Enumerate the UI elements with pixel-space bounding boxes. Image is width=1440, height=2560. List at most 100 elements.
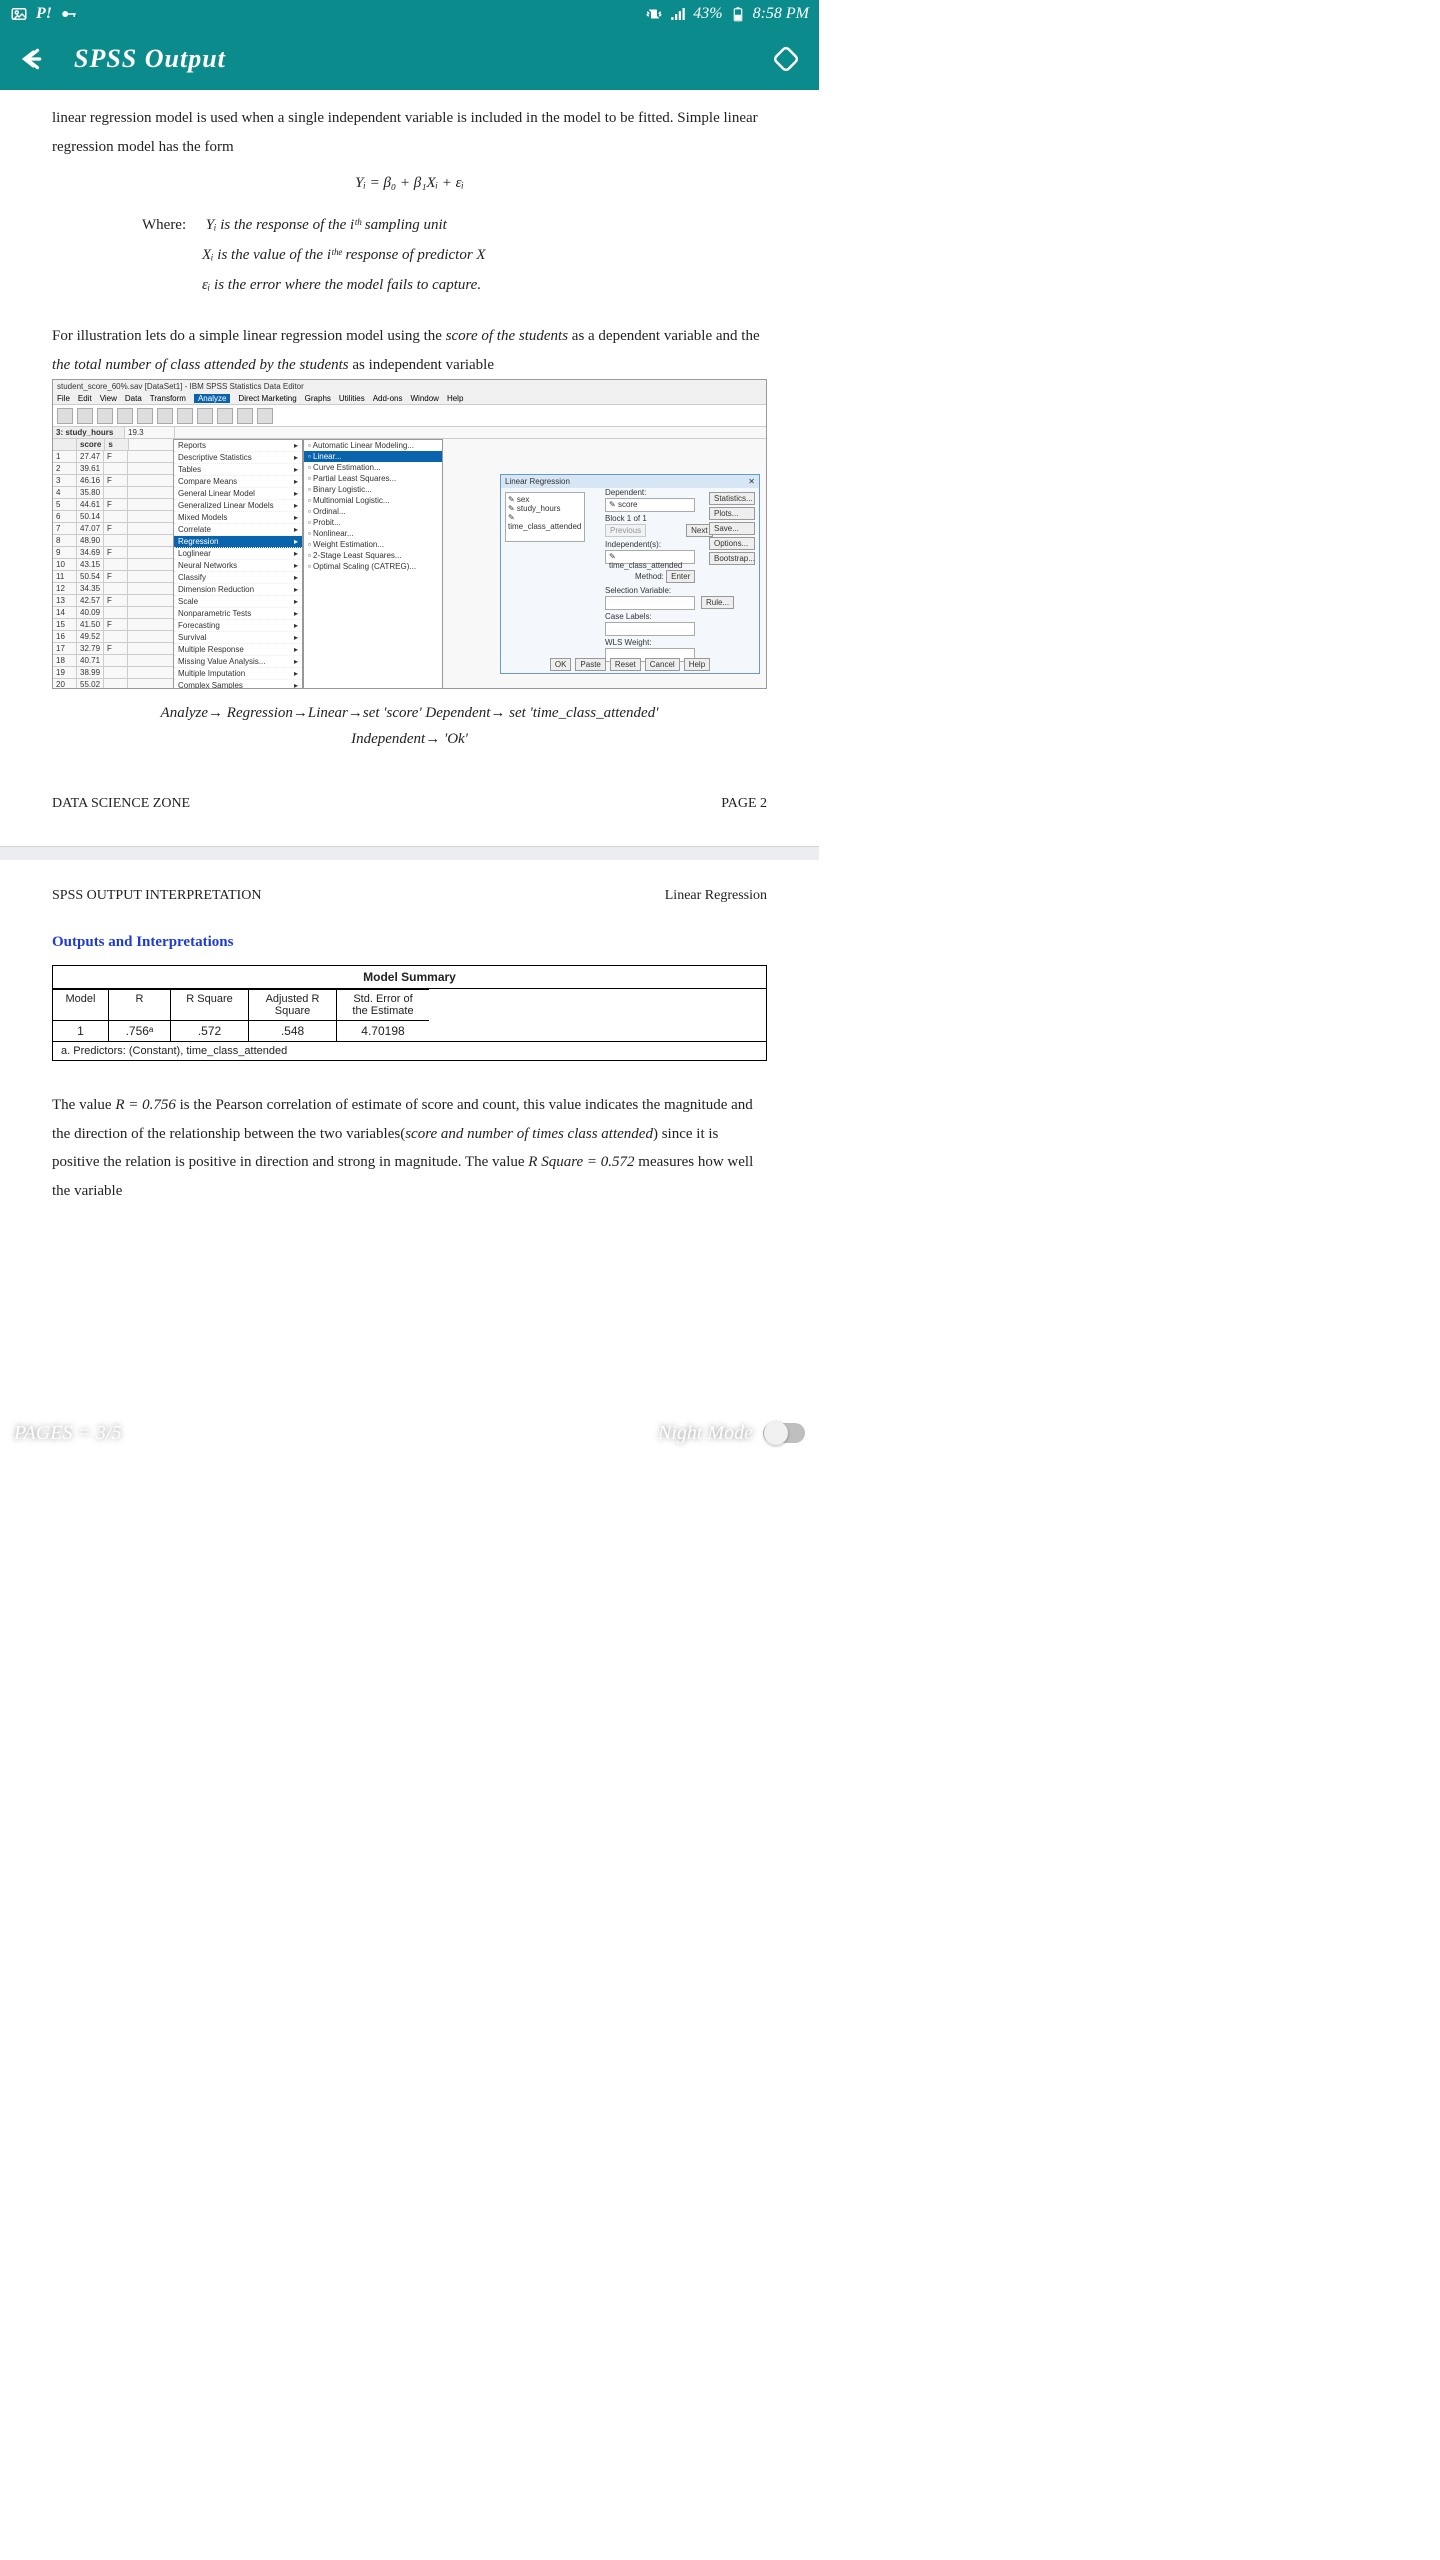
- figure-caption: Analyze→ Regression→Linear→set 'score' D…: [52, 701, 767, 752]
- spss-menu-item: Edit: [78, 394, 92, 403]
- spss-menu-item: Transform: [150, 394, 186, 403]
- label-method: Method: Enter: [635, 570, 695, 583]
- label-dependent: Dependent:: [605, 488, 646, 497]
- menu-item: Mixed Models▸: [174, 512, 302, 524]
- spss-menu-item: Direct Marketing: [238, 394, 296, 403]
- dialog-bottom-button[interactable]: Paste: [575, 658, 605, 671]
- spss-menu-item: Add-ons: [373, 394, 403, 403]
- where-block: Where: Yᵢ is the response of the iᵗʰ sam…: [142, 210, 767, 300]
- spss-screenshot: student_score_60%.sav [DataSet1] - IBM S…: [52, 379, 767, 689]
- field-independent: ✎ time_class_attended: [605, 550, 695, 564]
- menu-item: Multiple Response▸: [174, 644, 302, 656]
- battery-pct: 43%: [693, 5, 722, 23]
- header-left: SPSS OUTPUT INTERPRETATION: [52, 888, 261, 904]
- submenu-item: ▫ Automatic Linear Modeling...: [304, 440, 442, 451]
- menu-item: Regression▸: [174, 536, 302, 548]
- model-summary-table: Model Summary Model R R Square Adjusted …: [52, 965, 767, 1061]
- label-case: Case Labels:: [605, 612, 652, 621]
- spss-analyze-menu: Reports▸Descriptive Statistics▸Tables▸Co…: [173, 439, 303, 689]
- submenu-item: ▫ Partial Least Squares...: [304, 473, 442, 484]
- battery-icon: [729, 5, 747, 23]
- where-e: εᵢ is the error where the model fails to…: [202, 277, 481, 293]
- dialog-right-buttons: Statistics... Plots... Save... Options... Bo…: [709, 492, 755, 565]
- menu-item: Forecasting▸: [174, 620, 302, 632]
- night-mode-label: Night Mode: [658, 1422, 753, 1445]
- illustration-text: For illustration lets do a simple linear…: [52, 322, 767, 379]
- page-divider: [0, 846, 819, 860]
- menu-item: Neural Networks▸: [174, 560, 302, 572]
- spss-regression-submenu: ▫ Automatic Linear Modeling...▫ Linear..…: [303, 439, 443, 689]
- submenu-item: ▫ Optimal Scaling (CATREG)...: [304, 561, 442, 572]
- dialog-side-button[interactable]: Bootstrap...: [709, 552, 755, 565]
- spss-menu-item: File: [57, 394, 70, 403]
- menu-item: Multiple Imputation▸: [174, 668, 302, 680]
- spss-menu-item: Data: [125, 394, 142, 403]
- doc-page-3: SPSS OUTPUT INTERPRETATION Linear Regres…: [0, 888, 819, 1225]
- submenu-item: ▫ Multinomial Logistic...: [304, 495, 442, 506]
- menu-item: Compare Means▸: [174, 476, 302, 488]
- dialog-side-button[interactable]: Options...: [709, 537, 755, 550]
- label-selection: Selection Variable:: [605, 586, 671, 595]
- submenu-item: ▫ Binary Logistic...: [304, 484, 442, 495]
- dialog-side-button[interactable]: Statistics...: [709, 492, 755, 505]
- footer-left: DATA SCIENCE ZONE: [52, 796, 190, 812]
- menu-item: Descriptive Statistics▸: [174, 452, 302, 464]
- dialog-bottom-buttons: OKPaste Reset Cancel Help: [501, 658, 759, 671]
- interpretation-text: The value R = 0.756 is the Pearson corre…: [52, 1091, 767, 1205]
- close-icon[interactable]: ✕: [748, 477, 755, 486]
- table-title: Model Summary: [53, 966, 766, 989]
- dialog-bottom-button[interactable]: Help: [684, 658, 710, 671]
- field-dependent: ✎ score: [605, 498, 695, 512]
- dialog-bottom-button[interactable]: OK: [550, 658, 572, 671]
- dialog-title: Linear Regression: [505, 477, 570, 486]
- where-y: Yᵢ is the response of the iᵗʰ sampling u…: [206, 217, 447, 233]
- menu-item: Reports▸: [174, 440, 302, 452]
- submenu-item: ▫ Nonlinear...: [304, 528, 442, 539]
- menu-item: Scale▸: [174, 596, 302, 608]
- spss-menu-item: View: [100, 394, 117, 403]
- spss-menu-item: Utilities: [339, 394, 365, 403]
- field-case: [605, 622, 695, 636]
- clock-time: 8:58 PM: [753, 5, 809, 23]
- menu-item: General Linear Model▸: [174, 488, 302, 500]
- rule-button[interactable]: Rule...: [701, 596, 734, 609]
- label-block: Block 1 of 1: [605, 514, 647, 523]
- spss-menu-item: Graphs: [305, 394, 331, 403]
- dialog-var-list: ✎ sex✎ study_hours✎ time_class_attended: [505, 492, 585, 542]
- dialog-side-button[interactable]: Save...: [709, 522, 755, 535]
- dialog-bottom-button[interactable]: Reset: [610, 658, 641, 671]
- page-title: SPSS Output: [74, 44, 226, 74]
- spss-menubar: FileEditViewDataTransformAnalyzeDirect M…: [53, 393, 766, 405]
- spss-menu-item: Window: [410, 394, 438, 403]
- table-note: a. Predictors: (Constant), time_class_at…: [53, 1041, 766, 1060]
- spss-linear-dialog: Linear Regression ✕ ✎ sex✎ study_hours✎ t…: [500, 474, 760, 674]
- menu-item: Loglinear▸: [174, 548, 302, 560]
- signal-icon: [669, 5, 687, 23]
- image-icon: [10, 5, 28, 23]
- equation: Yᵢ = β₀ + β₁Xᵢ + εᵢ: [52, 175, 767, 192]
- rotate-icon[interactable]: [771, 44, 801, 74]
- submenu-item: ▫ Probit...: [304, 517, 442, 528]
- back-icon[interactable]: [18, 46, 44, 72]
- spss-menu-item: Help: [447, 394, 463, 403]
- footer-right: PAGE 2: [721, 796, 767, 812]
- menu-item: Complex Samples▸: [174, 680, 302, 689]
- night-mode-toggle[interactable]: [763, 1423, 805, 1443]
- dialog-bottom-button[interactable]: Cancel: [645, 658, 680, 671]
- menu-item: Survival▸: [174, 632, 302, 644]
- where-x: Xᵢ is the value of the iᵗʰᵉ response of …: [202, 247, 486, 263]
- spss-titlebar: student_score_60%.sav [DataSet1] - IBM S…: [53, 380, 766, 393]
- prev-button[interactable]: Previous: [605, 524, 646, 537]
- spss-toolbar: [53, 405, 766, 427]
- key-icon: [60, 5, 78, 23]
- spss-cell-name: 3: study_hours: [53, 427, 125, 438]
- vibrate-icon: [645, 5, 663, 23]
- field-selection: [605, 596, 695, 610]
- menu-item: Classify▸: [174, 572, 302, 584]
- spss-cell-val: 19.3: [125, 427, 175, 438]
- submenu-item: ▫ Ordinal...: [304, 506, 442, 517]
- spss-grid: scores127.47F239.61346.16F435.80544.61F6…: [53, 439, 173, 689]
- dialog-side-button[interactable]: Plots...: [709, 507, 755, 520]
- label-independent: Independent(s):: [605, 540, 661, 549]
- doc-page-2: linear regression model is used when a s…: [0, 90, 819, 832]
